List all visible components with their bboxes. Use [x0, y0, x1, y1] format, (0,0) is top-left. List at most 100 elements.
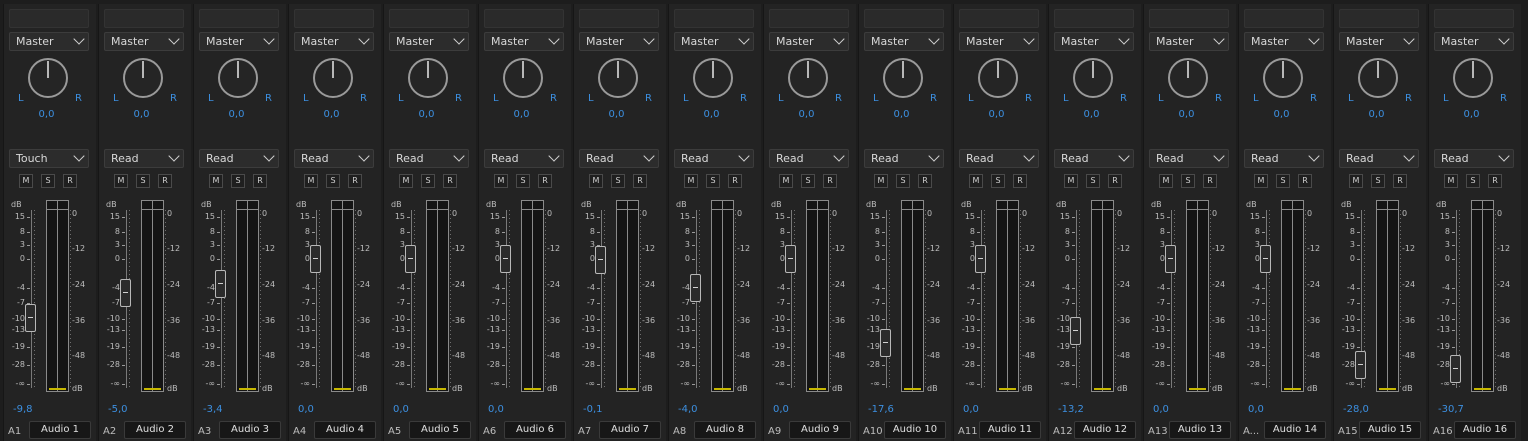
volume-value[interactable]: -5,0 — [108, 404, 128, 415]
record-enable-button[interactable]: R — [1298, 174, 1312, 188]
track-name[interactable]: Audio 13 — [1169, 421, 1231, 439]
track-name[interactable]: Audio 16 — [1454, 421, 1516, 439]
output-routing-dropdown[interactable]: Master — [104, 32, 184, 51]
solo-button[interactable]: S — [1086, 174, 1100, 188]
pan-knob[interactable] — [1358, 58, 1398, 98]
automation-mode-dropdown[interactable]: Read — [1054, 149, 1134, 168]
volume-fader-handle[interactable] — [310, 245, 321, 273]
solo-button[interactable]: S — [801, 174, 815, 188]
track-name[interactable]: Audio 1 — [29, 421, 91, 439]
automation-mode-dropdown[interactable]: Read — [294, 149, 374, 168]
output-routing-dropdown[interactable]: Master — [959, 32, 1039, 51]
output-routing-dropdown[interactable]: Master — [389, 32, 469, 51]
volume-fader-handle[interactable] — [1450, 355, 1461, 384]
volume-fader-handle[interactable] — [1260, 245, 1271, 273]
volume-fader-handle[interactable] — [595, 245, 606, 274]
volume-value[interactable]: -0,1 — [583, 404, 603, 415]
volume-value[interactable]: -13,2 — [1058, 404, 1084, 415]
mute-button[interactable]: M — [1444, 174, 1458, 188]
volume-value[interactable]: -30,7 — [1438, 404, 1464, 415]
solo-button[interactable]: S — [326, 174, 340, 188]
record-enable-button[interactable]: R — [1108, 174, 1122, 188]
automation-mode-dropdown[interactable]: Read — [389, 149, 469, 168]
pan-value[interactable]: 0,0 — [954, 109, 1039, 120]
volume-value[interactable]: 0,0 — [1153, 404, 1169, 415]
volume-value[interactable]: -3,4 — [203, 404, 223, 415]
volume-fader-handle[interactable] — [1070, 316, 1081, 345]
pan-knob[interactable] — [978, 58, 1018, 98]
solo-button[interactable]: S — [516, 174, 530, 188]
automation-mode-dropdown[interactable]: Read — [674, 149, 754, 168]
track-name[interactable]: Audio 2 — [124, 421, 186, 439]
solo-button[interactable]: S — [896, 174, 910, 188]
effect-slot-dropdown[interactable] — [389, 9, 469, 28]
record-enable-button[interactable]: R — [728, 174, 742, 188]
automation-mode-dropdown[interactable]: Read — [579, 149, 659, 168]
pan-value[interactable]: 0,0 — [1429, 109, 1514, 120]
effect-slot-dropdown[interactable] — [1244, 9, 1324, 28]
volume-value[interactable]: -4,0 — [678, 404, 698, 415]
effect-slot-dropdown[interactable] — [104, 9, 184, 28]
track-name[interactable]: Audio 12 — [1074, 421, 1136, 439]
volume-fader-handle[interactable] — [1355, 351, 1366, 379]
output-routing-dropdown[interactable]: Master — [484, 32, 564, 51]
pan-knob[interactable] — [693, 58, 733, 98]
pan-knob[interactable] — [28, 58, 68, 98]
mute-button[interactable]: M — [209, 174, 223, 188]
pan-knob[interactable] — [408, 58, 448, 98]
pan-knob[interactable] — [123, 58, 163, 98]
volume-fader-handle[interactable] — [120, 279, 131, 307]
volume-fader-handle[interactable] — [500, 245, 511, 273]
automation-mode-dropdown[interactable]: Read — [864, 149, 944, 168]
record-enable-button[interactable]: R — [1013, 174, 1027, 188]
track-name[interactable]: Audio 11 — [979, 421, 1041, 439]
output-routing-dropdown[interactable]: Master — [9, 32, 89, 51]
solo-button[interactable]: S — [1371, 174, 1385, 188]
mute-button[interactable]: M — [304, 174, 318, 188]
effect-slot-dropdown[interactable] — [9, 9, 89, 28]
automation-mode-dropdown[interactable]: Read — [199, 149, 279, 168]
track-name[interactable]: Audio 6 — [504, 421, 566, 439]
volume-value[interactable]: 0,0 — [1248, 404, 1264, 415]
effect-slot-dropdown[interactable] — [579, 9, 659, 28]
volume-fader-handle[interactable] — [405, 245, 416, 273]
effect-slot-dropdown[interactable] — [1054, 9, 1134, 28]
solo-button[interactable]: S — [611, 174, 625, 188]
pan-knob[interactable] — [883, 58, 923, 98]
solo-button[interactable]: S — [136, 174, 150, 188]
automation-mode-dropdown[interactable]: Read — [1244, 149, 1324, 168]
record-enable-button[interactable]: R — [1488, 174, 1502, 188]
volume-fader-handle[interactable] — [690, 274, 701, 302]
mute-button[interactable]: M — [684, 174, 698, 188]
pan-knob[interactable] — [218, 58, 258, 98]
track-name[interactable]: Audio 15 — [1359, 421, 1421, 439]
mute-button[interactable]: M — [874, 174, 888, 188]
pan-value[interactable]: 0,0 — [1144, 109, 1229, 120]
mute-button[interactable]: M — [779, 174, 793, 188]
mute-button[interactable]: M — [1254, 174, 1268, 188]
output-routing-dropdown[interactable]: Master — [199, 32, 279, 51]
pan-value[interactable]: 0,0 — [1334, 109, 1419, 120]
pan-value[interactable]: 0,0 — [479, 109, 564, 120]
automation-mode-dropdown[interactable]: Read — [484, 149, 564, 168]
pan-value[interactable]: 0,0 — [194, 109, 279, 120]
effect-slot-dropdown[interactable] — [1434, 9, 1514, 28]
record-enable-button[interactable]: R — [63, 174, 77, 188]
pan-value[interactable]: 0,0 — [1239, 109, 1324, 120]
record-enable-button[interactable]: R — [1203, 174, 1217, 188]
track-name[interactable]: Audio 3 — [219, 421, 281, 439]
effect-slot-dropdown[interactable] — [294, 9, 374, 28]
pan-knob[interactable] — [1453, 58, 1493, 98]
pan-value[interactable]: 0,0 — [384, 109, 469, 120]
pan-value[interactable]: 0,0 — [574, 109, 659, 120]
pan-knob[interactable] — [1263, 58, 1303, 98]
output-routing-dropdown[interactable]: Master — [294, 32, 374, 51]
pan-value[interactable]: 0,0 — [669, 109, 754, 120]
volume-value[interactable]: -9,8 — [13, 404, 33, 415]
solo-button[interactable]: S — [421, 174, 435, 188]
track-name[interactable]: Audio 10 — [884, 421, 946, 439]
volume-value[interactable]: 0,0 — [298, 404, 314, 415]
automation-mode-dropdown[interactable]: Read — [104, 149, 184, 168]
effect-slot-dropdown[interactable] — [484, 9, 564, 28]
record-enable-button[interactable]: R — [253, 174, 267, 188]
